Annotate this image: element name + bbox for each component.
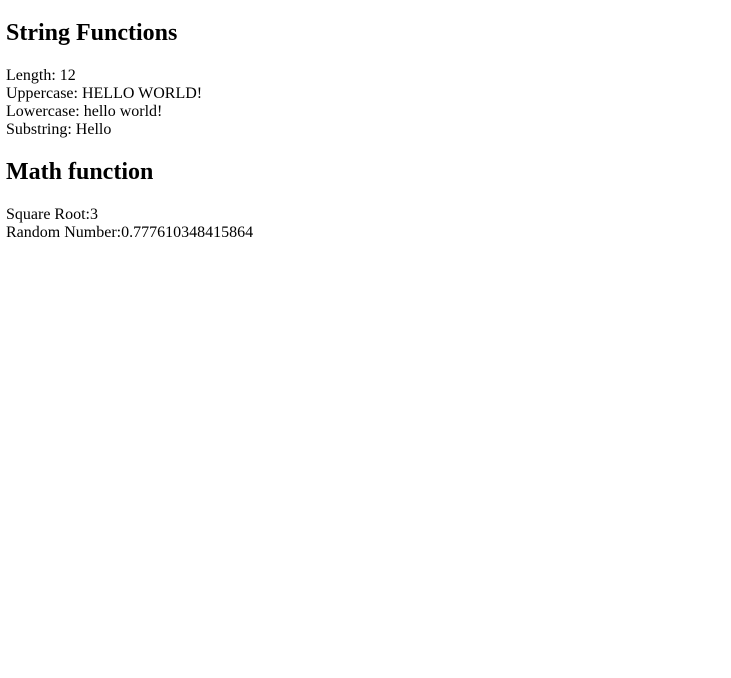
length-label: Length: [6,67,60,84]
lowercase-line: Lowercase: hello world! [6,103,725,121]
random-number-value: 0.777610348415864 [121,224,254,241]
length-line: Length: 12 [6,67,725,85]
square-root-value: 3 [90,206,98,223]
square-root-line: Square Root:3 [6,206,725,224]
lowercase-value: hello world! [83,103,163,120]
uppercase-label: Uppercase: [6,85,82,102]
uppercase-value: HELLO WORLD! [81,85,203,102]
page: String Functions Length: 12 Uppercase: H… [0,0,731,242]
substring-value: Hello [75,121,112,138]
square-root-label: Square Root: [6,206,90,223]
random-number-line: Random Number:0.777610348415864 [6,224,725,242]
uppercase-line: Uppercase: HELLO WORLD! [6,85,725,103]
substring-line: Substring: Hello [6,121,725,139]
random-number-label: Random Number: [6,224,122,241]
math-function-heading: Math function [6,159,154,185]
length-value: 12 [59,67,76,84]
string-functions-heading: String Functions [6,20,178,46]
string-functions-output: Length: 12 Uppercase: HELLO WORLD! Lower… [6,67,725,139]
substring-label: Substring: [6,121,76,138]
lowercase-label: Lowercase: [6,103,84,120]
math-function-output: Square Root:3 Random Number:0.7776103484… [6,206,725,242]
